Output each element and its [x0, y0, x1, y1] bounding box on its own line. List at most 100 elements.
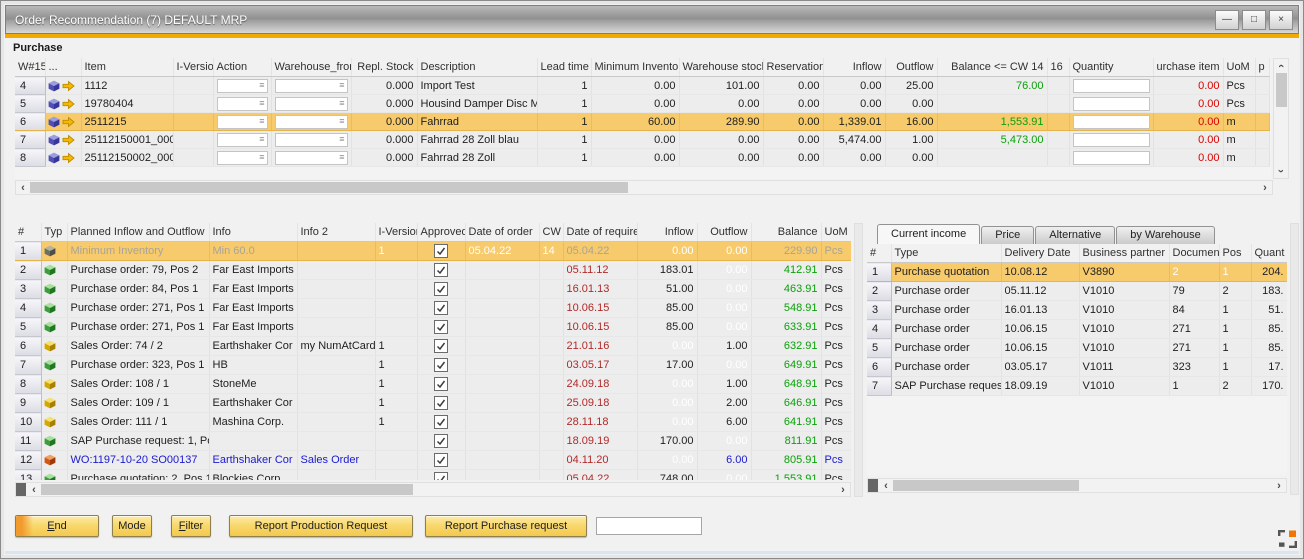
- scroll-right-icon[interactable]: ›: [1258, 182, 1272, 194]
- mode-button[interactable]: Mode: [112, 515, 152, 537]
- approved-checkbox[interactable]: [434, 282, 448, 296]
- choose-from-list-icon[interactable]: ≡: [339, 117, 344, 126]
- row-number-cell[interactable]: 5: [15, 95, 45, 113]
- row-number-cell[interactable]: 6: [15, 113, 45, 131]
- item-row[interactable]: 825112150002_000≡≡0.000Fahrrad 28 Zoll10…: [15, 149, 1269, 167]
- top-table-vertical-scrollbar[interactable]: ‹ ‹: [1273, 58, 1289, 179]
- row-number-cell[interactable]: 7: [15, 356, 41, 375]
- approved-checkbox[interactable]: [434, 339, 448, 353]
- scrollbar-grip[interactable]: [16, 483, 26, 496]
- scroll-up-icon[interactable]: ‹: [1274, 64, 1288, 68]
- choose-from-list-icon[interactable]: ≡: [259, 81, 264, 90]
- action-input[interactable]: ≡: [217, 115, 268, 129]
- row-number-cell[interactable]: 5: [15, 318, 41, 337]
- action-input[interactable]: ≡: [217, 151, 268, 165]
- income-row[interactable]: 1Purchase quotation10.08.12V389021204.: [867, 263, 1287, 282]
- approved-checkbox[interactable]: [434, 301, 448, 315]
- action-input[interactable]: ≡: [217, 133, 268, 147]
- quantity-input[interactable]: [1073, 115, 1150, 129]
- row-number-cell[interactable]: 6: [15, 337, 41, 356]
- title-bar[interactable]: Order Recommendation (7) DEFAULT MRP — □…: [5, 5, 1299, 34]
- top-table-horizontal-scrollbar[interactable]: ‹ ›: [15, 180, 1273, 195]
- choose-from-list-icon[interactable]: ≡: [339, 153, 344, 162]
- flow-row[interactable]: 1Minimum InventoryMin 60.0105.04.221405.…: [15, 242, 851, 261]
- approved-checkbox[interactable]: [434, 415, 448, 429]
- item-row[interactable]: 519780404≡≡0.000Housind Damper Disc M10.…: [15, 95, 1269, 113]
- warehouse-from-input[interactable]: ≡: [275, 79, 348, 93]
- report-production-request-button[interactable]: Report Production Request: [229, 515, 413, 537]
- choose-from-list-icon[interactable]: ≡: [259, 117, 264, 126]
- income-row[interactable]: 3Purchase order16.01.13V101084151.: [867, 301, 1287, 320]
- scroll-right-icon[interactable]: ›: [836, 484, 850, 496]
- row-number-cell[interactable]: 4: [867, 320, 891, 339]
- footer-input[interactable]: [596, 517, 702, 535]
- row-number-cell[interactable]: 1: [867, 263, 891, 282]
- warehouse-from-input[interactable]: ≡: [275, 151, 348, 165]
- row-number-cell[interactable]: 3: [867, 301, 891, 320]
- scroll-left-icon[interactable]: ‹: [879, 480, 893, 492]
- row-number-cell[interactable]: 4: [15, 299, 41, 318]
- row-number-cell[interactable]: 11: [15, 432, 41, 451]
- row-number-cell[interactable]: 8: [15, 375, 41, 394]
- choose-from-list-icon[interactable]: ≡: [339, 99, 344, 108]
- income-row[interactable]: 7SAP Purchase request18.09.19V101012170.: [867, 377, 1287, 396]
- warehouse-from-input[interactable]: ≡: [275, 115, 348, 129]
- row-number-cell[interactable]: 5: [867, 339, 891, 358]
- row-number-cell[interactable]: 1: [15, 242, 41, 261]
- row-number-cell[interactable]: 7: [867, 377, 891, 396]
- row-number-cell[interactable]: 12: [15, 451, 41, 470]
- scroll-left-icon[interactable]: ‹: [16, 182, 30, 194]
- quantity-input[interactable]: [1073, 97, 1150, 111]
- flow-row[interactable]: 12WO:1197-10-20 SO00137Earthshaker CorSa…: [15, 451, 851, 470]
- row-number-cell[interactable]: 10: [15, 413, 41, 432]
- warehouse-from-input[interactable]: ≡: [275, 97, 348, 111]
- choose-from-list-icon[interactable]: ≡: [339, 135, 344, 144]
- approved-checkbox[interactable]: [434, 358, 448, 372]
- tab-alternative[interactable]: Alternative: [1035, 226, 1115, 244]
- row-number-cell[interactable]: 6: [867, 358, 891, 377]
- scrollbar-thumb[interactable]: [41, 484, 413, 495]
- quantity-input[interactable]: [1073, 133, 1150, 147]
- scrollbar-thumb[interactable]: [1276, 73, 1287, 107]
- warehouse-from-input[interactable]: ≡: [275, 133, 348, 147]
- item-row[interactable]: 62511215≡≡0.000Fahrrad160.00289.900.001,…: [15, 113, 1269, 131]
- scrollbar-thumb[interactable]: [30, 182, 628, 193]
- choose-from-list-icon[interactable]: ≡: [259, 153, 264, 162]
- resize-form-icon[interactable]: [1278, 530, 1297, 548]
- end-button[interactable]: End: [15, 515, 99, 537]
- tab-price[interactable]: Price: [981, 226, 1034, 244]
- row-number-cell[interactable]: 2: [15, 261, 41, 280]
- income-table-horizontal-scrollbar[interactable]: ‹ ›: [867, 478, 1287, 493]
- approved-checkbox[interactable]: [434, 377, 448, 391]
- flow-row[interactable]: 3Purchase order: 84, Pos 1Far East Impor…: [15, 280, 851, 299]
- row-number-cell[interactable]: 3: [15, 280, 41, 299]
- income-row[interactable]: 5Purchase order10.06.15V1010271185.: [867, 339, 1287, 358]
- flow-table-horizontal-scrollbar[interactable]: ‹ ›: [15, 482, 851, 497]
- row-number-cell[interactable]: 7: [15, 131, 45, 149]
- flow-row[interactable]: 10Sales Order: 111 / 1Mashina Corp.128.1…: [15, 413, 851, 432]
- flow-row[interactable]: 8Sales Order: 108 / 1StoneMe124.09.180.0…: [15, 375, 851, 394]
- flow-table-vertical-scrollbar[interactable]: [854, 223, 863, 497]
- income-row[interactable]: 2Purchase order05.11.12V1010792183.: [867, 282, 1287, 301]
- income-row[interactable]: 6Purchase order03.05.17V1011323117.: [867, 358, 1287, 377]
- row-number-cell[interactable]: 4: [15, 77, 45, 95]
- tab-current-income[interactable]: Current income: [877, 224, 980, 244]
- filter-button[interactable]: Filter: [171, 515, 211, 537]
- scrollbar-grip[interactable]: [868, 479, 878, 492]
- row-number-cell[interactable]: 2: [867, 282, 891, 301]
- action-input[interactable]: ≡: [217, 79, 268, 93]
- income-panel-vertical-scrollbar[interactable]: [1290, 223, 1299, 495]
- approved-checkbox[interactable]: [434, 472, 448, 480]
- flow-row[interactable]: 7Purchase order: 323, Pos 1HB103.05.1717…: [15, 356, 851, 375]
- row-number-cell[interactable]: 8: [15, 149, 45, 167]
- flow-row[interactable]: 6Sales Order: 74 / 2Earthshaker Cormy Nu…: [15, 337, 851, 356]
- quantity-input[interactable]: [1073, 79, 1150, 93]
- flow-row[interactable]: 13Purchase quotation: 2, Pos 1Blockies C…: [15, 470, 851, 481]
- flow-row[interactable]: 11SAP Purchase request: 1, Pos 218.09.19…: [15, 432, 851, 451]
- item-row[interactable]: 41112≡≡0.000Import Test10.00101.000.000.…: [15, 77, 1269, 95]
- income-row[interactable]: 4Purchase order10.06.15V1010271185.: [867, 320, 1287, 339]
- item-row[interactable]: 725112150001_000≡≡0.000Fahrrad 28 Zoll b…: [15, 131, 1269, 149]
- flow-row[interactable]: 9Sales Order: 109 / 1Earthshaker Cor125.…: [15, 394, 851, 413]
- action-input[interactable]: ≡: [217, 97, 268, 111]
- tab-by-warehouse[interactable]: by Warehouse: [1116, 226, 1215, 244]
